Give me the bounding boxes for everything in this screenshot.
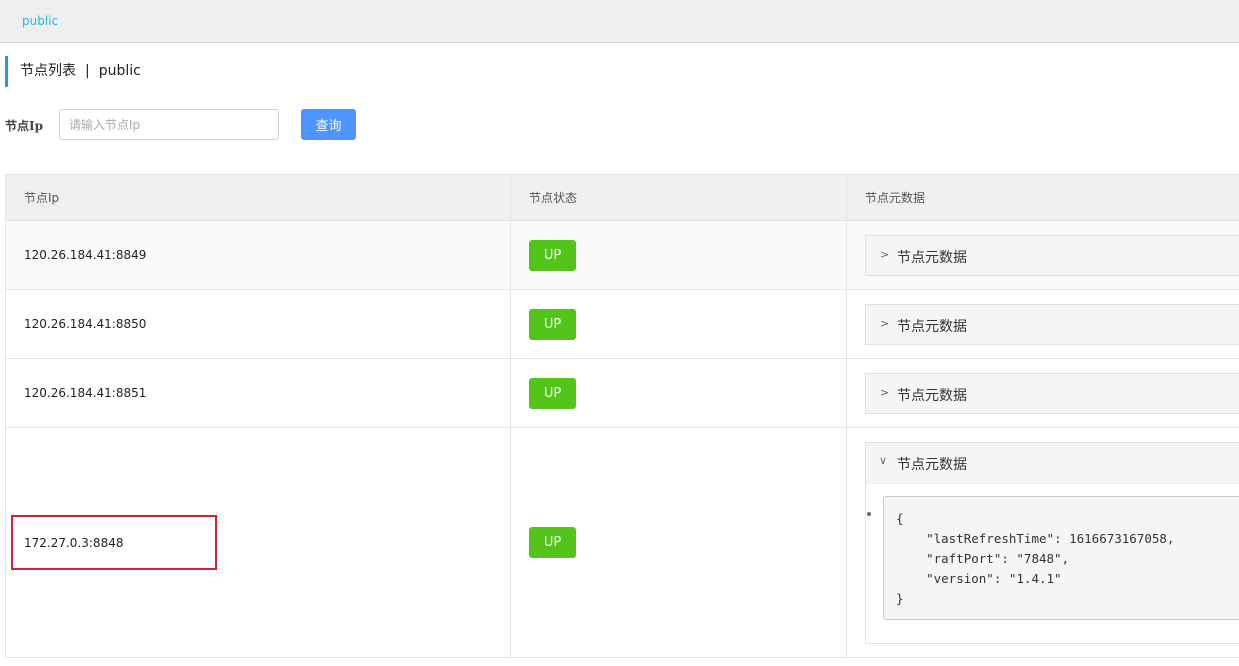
node-ip-cell: 120.26.184.41:8850	[5, 289, 511, 359]
namespace-tag[interactable]: public	[22, 14, 58, 28]
node-metadata-cell: > 节点元数据	[846, 289, 1239, 359]
header-node-status: 节点状态	[510, 174, 847, 221]
status-badge: UP	[529, 377, 576, 409]
table-row: 120.26.184.41:8849 UP > 节点元数据	[5, 220, 1239, 290]
metadata-collapse-title: 节点元数据	[897, 456, 967, 473]
node-ip-cell: 120.26.184.41:8851	[5, 358, 511, 428]
status-badge: UP	[529, 527, 576, 558]
page-title-namespace: public	[98, 63, 141, 79]
node-metadata-cell: > 节点元数据	[846, 220, 1239, 290]
table-header-row: 节点Ip 节点状态 节点元数据	[5, 174, 1239, 221]
node-metadata-cell: > 节点元数据	[846, 358, 1239, 428]
node-ip-search-input[interactable]	[59, 109, 279, 140]
metadata-collapse-header[interactable]: ∨ 节点元数据	[866, 442, 1239, 484]
header-node-ip: 节点Ip	[5, 174, 511, 221]
metadata-collapse[interactable]: > 节点元数据	[865, 303, 1239, 345]
node-table: 节点Ip 节点状态 节点元数据 120.26.184.41:8849 UP > …	[5, 174, 1239, 658]
metadata-collapse-title: 节点元数据	[897, 318, 967, 335]
node-ip-cell: 172.27.0.3:8848	[5, 427, 511, 658]
top-bar: public	[0, 0, 1239, 43]
title-separator: |	[85, 63, 90, 79]
metadata-collapse[interactable]: > 节点元数据	[865, 372, 1239, 414]
metadata-collapse-title: 节点元数据	[897, 249, 967, 266]
metadata-collapse-expanded: ∨ 节点元数据 { "lastRefreshTime": 16166731670…	[865, 441, 1239, 644]
chevron-right-icon: >	[880, 385, 890, 399]
chevron-down-icon: ∨	[879, 453, 888, 467]
page-title: 节点列表 | public	[5, 56, 141, 87]
node-ip-cell: 120.26.184.41:8849	[5, 220, 511, 290]
metadata-json: { "lastRefreshTime": 1616673167058, "raf…	[883, 495, 1239, 620]
status-badge: UP	[529, 239, 576, 271]
node-status-cell: UP	[510, 220, 847, 290]
table-row: 120.26.184.41:8851 UP > 节点元数据	[5, 358, 1239, 428]
node-status-cell: UP	[510, 289, 847, 359]
chevron-right-icon: >	[880, 316, 890, 330]
node-status-cell: UP	[510, 358, 847, 428]
search-label: 节点Ip	[5, 119, 44, 133]
header-node-metadata: 节点元数据	[846, 174, 1239, 221]
page-title-label: 节点列表	[20, 63, 76, 79]
node-metadata-cell: ∨ 节点元数据 { "lastRefreshTime": 16166731670…	[846, 427, 1239, 658]
metadata-collapse[interactable]: > 节点元数据	[865, 234, 1239, 276]
node-status-cell: UP	[510, 427, 847, 658]
table-row: 172.27.0.3:8848 UP ∨ 节点元数据 { "lastRefres…	[5, 427, 1239, 658]
metadata-collapse-title: 节点元数据	[897, 387, 967, 404]
bullet-icon	[867, 511, 871, 516]
chevron-right-icon: >	[880, 247, 890, 261]
table-row: 120.26.184.41:8850 UP > 节点元数据	[5, 289, 1239, 359]
query-button[interactable]: 查询	[301, 109, 356, 140]
status-badge: UP	[529, 308, 576, 340]
